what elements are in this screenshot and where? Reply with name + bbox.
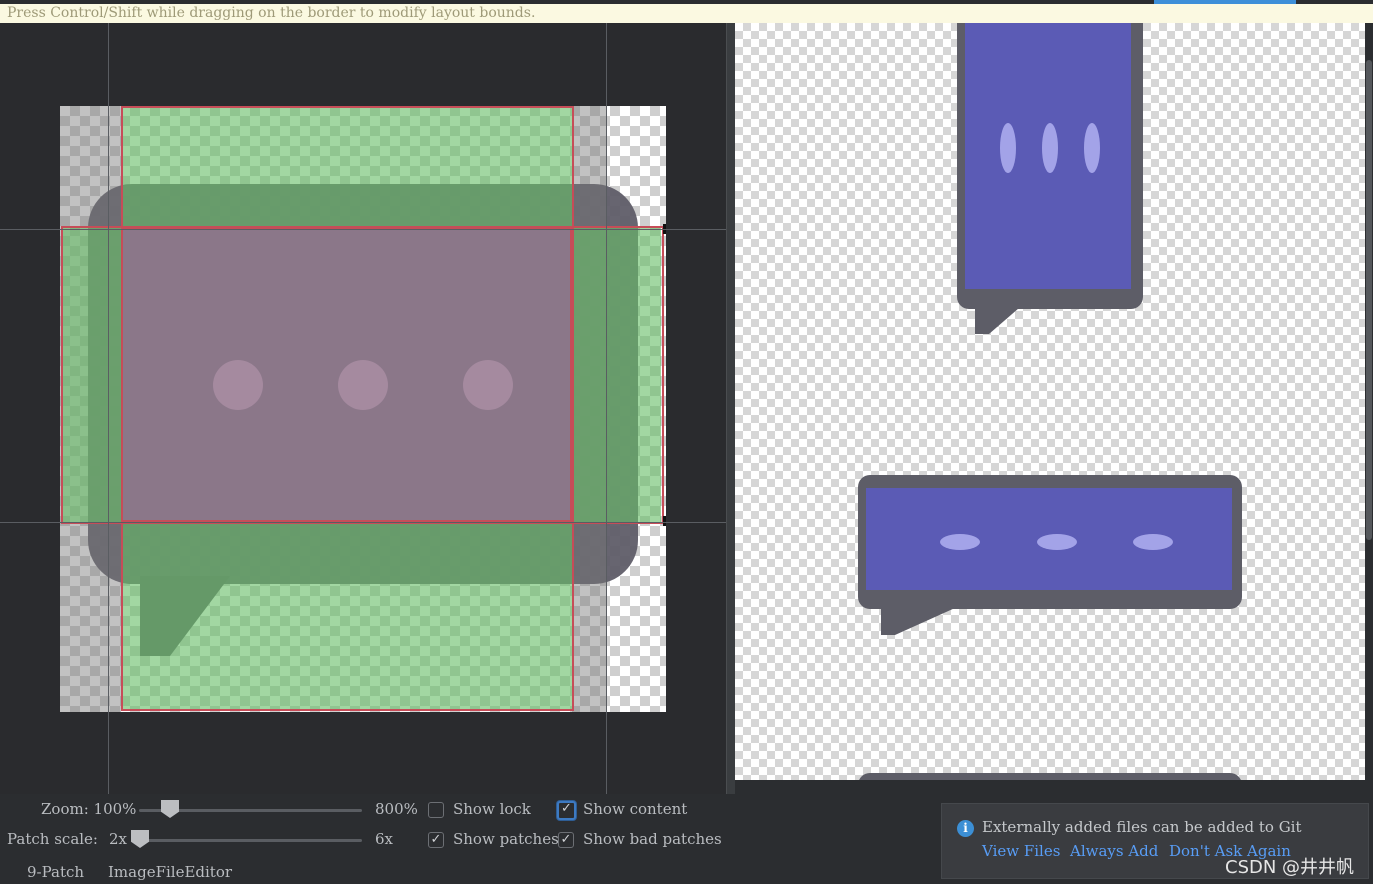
guide-line-top[interactable] [0,229,726,230]
bubble-dot-1 [213,360,263,410]
info-icon: i [957,820,974,837]
preview-horizontal-dot-3 [1133,534,1173,550]
nine-patch-image[interactable] [60,106,666,712]
tab-9-patch[interactable]: 9-Patch [27,863,84,881]
bubble-dot-2 [338,360,388,410]
hint-bar: Press Control/Shift while dragging on th… [0,4,1373,23]
show-bad-patches-label[interactable]: Show bad patches [583,830,722,848]
preview-bottom-edge [735,780,1365,794]
preview-vertical-dot-2 [1042,123,1058,173]
preview-vertical-dot-1 [1000,123,1016,173]
watermark: CSDN @井井帆 [1225,857,1355,878]
patch-scale-min-label: 2x [109,830,128,848]
show-content-checkbox[interactable]: ✓ [557,801,576,820]
patch-marker-bottom [663,516,666,526]
show-patches-checkbox[interactable]: ✓ [428,832,444,848]
preview-horizontal-dot-1 [940,534,980,550]
show-content-label[interactable]: Show content [583,800,687,818]
checkmark-icon: ✓ [561,801,572,816]
zoom-label: Zoom: 100% [41,800,137,818]
preview-horizontal-dot-2 [1037,534,1077,550]
zoom-slider-knob[interactable] [161,800,179,818]
notification-message: Externally added files can be added to G… [982,818,1302,836]
bubble-dot-3 [463,360,513,410]
patch-scale-slider-knob[interactable] [131,830,149,848]
show-lock-checkbox[interactable] [428,802,444,818]
always-add-link[interactable]: Always Add [1070,842,1158,860]
preview-scrollbar-thumb[interactable] [1366,60,1372,540]
zoom-max-label: 800% [375,800,418,818]
nine-patch-canvas-area[interactable] [0,23,726,794]
preview-vertical-tail [975,308,1019,334]
patch-scale-label: Patch scale: [7,830,98,848]
guide-line-right[interactable] [606,23,607,794]
preview-third-bubble [858,773,1242,780]
view-files-link[interactable]: View Files [982,842,1060,860]
preview-vertical-dot-3 [1084,123,1100,173]
show-patches-label[interactable]: Show patches [453,830,559,848]
tab-image-file-editor[interactable]: ImageFileEditor [108,863,232,881]
patch-scale-max-label: 6x [375,830,394,848]
guide-line-left[interactable] [108,23,109,794]
nine-patch-editor-window: Press Control/Shift while dragging on th… [0,0,1373,884]
stretch-preview-area [735,23,1365,780]
preview-horizontal-tail [881,608,955,635]
checkmark-icon: ✓ [430,832,442,847]
show-lock-label[interactable]: Show lock [453,800,531,818]
guide-line-bottom[interactable] [0,522,726,523]
patch-scale-slider[interactable] [139,839,362,842]
checkmark-icon: ✓ [560,832,572,847]
show-bad-patches-checkbox[interactable]: ✓ [558,832,574,848]
panel-splitter[interactable] [726,23,735,794]
